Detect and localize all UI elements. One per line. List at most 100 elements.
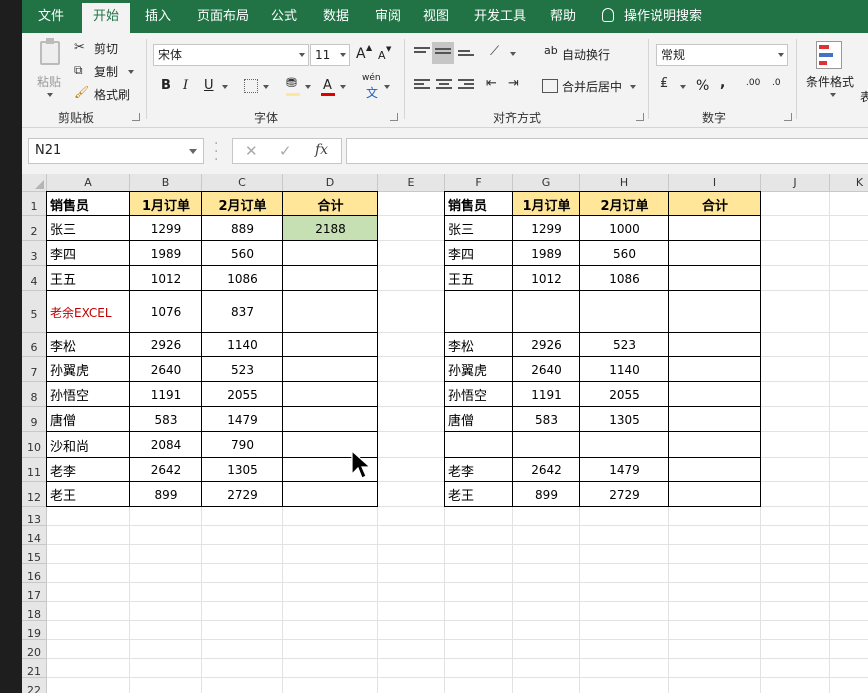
left_table-header-0[interactable]: 销售员 (47, 192, 130, 216)
table-cell[interactable]: 1012 (130, 266, 202, 291)
table-cell[interactable]: 1140 (580, 357, 669, 382)
select-all-corner[interactable] (22, 174, 47, 192)
row-header-11[interactable]: 11 (22, 458, 47, 482)
table-cell[interactable] (283, 266, 378, 291)
conditional-format-icon[interactable] (816, 41, 842, 69)
right_table-header-2[interactable]: 2月订单 (580, 192, 669, 216)
tab-formulas[interactable]: 公式 (266, 0, 302, 33)
tab-insert[interactable]: 插入 (136, 0, 180, 33)
table-cell[interactable] (669, 266, 761, 291)
table-cell[interactable] (513, 291, 580, 333)
tab-review[interactable]: 审阅 (368, 0, 408, 33)
tab-data[interactable]: 数据 (316, 0, 356, 33)
table-cell[interactable]: 李松 (47, 333, 130, 357)
column-header-d[interactable]: D (283, 174, 378, 192)
alignment-launcher-icon[interactable] (636, 113, 644, 121)
table-cell[interactable] (445, 291, 513, 333)
row-header-5[interactable]: 5 (22, 291, 47, 333)
table-cell[interactable] (283, 333, 378, 357)
orientation-icon[interactable]: ⟋ (490, 44, 499, 59)
table-cell[interactable] (513, 432, 580, 458)
row-header-7[interactable]: 7 (22, 357, 47, 382)
font-size-combo[interactable]: 11 (310, 44, 350, 66)
copy-button[interactable]: 复制 (94, 63, 118, 80)
row-header-4[interactable]: 4 (22, 266, 47, 291)
row-header-20[interactable]: 20 (22, 640, 47, 659)
align-center-icon[interactable] (436, 79, 452, 91)
row-header-10[interactable]: 10 (22, 432, 47, 458)
paste-button[interactable]: 粘贴 (30, 37, 74, 103)
table-cell[interactable]: 老王 (47, 482, 130, 507)
increase-decimal-button[interactable]: .00 (746, 78, 760, 88)
increase-indent-icon[interactable]: ⇥ (508, 76, 519, 91)
percent-button[interactable]: % (696, 78, 709, 94)
decrease-indent-icon[interactable]: ⇤ (486, 76, 497, 91)
table-cell[interactable]: 王五 (445, 266, 513, 291)
column-header-i[interactable]: I (669, 174, 761, 192)
table-cell[interactable]: 523 (580, 333, 669, 357)
decrease-decimal-button[interactable]: .0 (772, 78, 781, 88)
table-cell[interactable]: 孙翼虎 (445, 357, 513, 382)
tab-developer[interactable]: 开发工具 (468, 0, 532, 33)
table-cell[interactable] (445, 432, 513, 458)
table-cell[interactable] (669, 458, 761, 482)
left_table-header-1[interactable]: 1月订单 (130, 192, 202, 216)
table-cell[interactable]: 1076 (130, 291, 202, 333)
table-cell[interactable] (283, 241, 378, 266)
align-bottom-icon[interactable] (458, 50, 474, 62)
table-cell[interactable]: 张三 (47, 216, 130, 241)
table-cell[interactable]: 唐僧 (445, 407, 513, 432)
table-cell[interactable]: 孙悟空 (445, 382, 513, 407)
row-header-13[interactable]: 13 (22, 507, 47, 526)
phonetic-button[interactable]: 文 (366, 84, 378, 101)
table-cell[interactable] (283, 291, 378, 333)
table-cell[interactable]: 1140 (202, 333, 283, 357)
table-cell[interactable]: 1989 (130, 241, 202, 266)
table-cell[interactable] (580, 432, 669, 458)
table-cell[interactable]: 沙和尚 (47, 432, 130, 458)
right_table-header-0[interactable]: 销售员 (445, 192, 513, 216)
table-cell[interactable]: 孙悟空 (47, 382, 130, 407)
italic-button[interactable]: I (183, 78, 188, 93)
table-cell[interactable]: 1479 (202, 407, 283, 432)
table-cell[interactable] (580, 291, 669, 333)
table-cell[interactable]: 王五 (47, 266, 130, 291)
row-header-2[interactable]: 2 (22, 216, 47, 241)
table-cell[interactable]: 583 (513, 407, 580, 432)
table-cell[interactable]: 560 (202, 241, 283, 266)
table-cell[interactable]: 1012 (513, 266, 580, 291)
table-cell[interactable]: 1086 (580, 266, 669, 291)
table-cell[interactable]: 899 (513, 482, 580, 507)
row-header-22[interactable]: 22 (22, 678, 47, 693)
table-cell[interactable] (283, 482, 378, 507)
row-header-15[interactable]: 15 (22, 545, 47, 564)
underline-dropdown-icon[interactable] (222, 85, 228, 89)
table-cell[interactable] (283, 382, 378, 407)
row-header-17[interactable]: 17 (22, 583, 47, 602)
table-cell[interactable]: 老李 (47, 458, 130, 482)
format-as-table-button[interactable]: 表 (860, 88, 868, 105)
table-cell[interactable]: 2055 (580, 382, 669, 407)
fill-color-icon[interactable]: ⛃ (286, 76, 297, 91)
number-format-combo[interactable]: 常规 (656, 44, 788, 66)
table-cell[interactable]: 1989 (513, 241, 580, 266)
right_table-header-3[interactable]: 合计 (669, 192, 761, 216)
format-painter-button[interactable]: 格式刷 (94, 86, 130, 103)
table-cell[interactable]: 老王 (445, 482, 513, 507)
column-header-h[interactable]: H (580, 174, 669, 192)
tab-view[interactable]: 视图 (418, 0, 454, 33)
shrink-font-button[interactable]: A (378, 49, 386, 62)
align-right-icon[interactable] (458, 79, 474, 91)
table-cell[interactable]: 1000 (580, 216, 669, 241)
merge-dropdown-icon[interactable] (630, 85, 636, 89)
border-icon[interactable] (244, 79, 258, 93)
orientation-dropdown-icon[interactable] (510, 52, 516, 56)
table-cell[interactable] (669, 291, 761, 333)
table-cell[interactable]: 790 (202, 432, 283, 458)
table-cell[interactable]: 1479 (580, 458, 669, 482)
table-cell[interactable] (669, 357, 761, 382)
row-header-21[interactable]: 21 (22, 659, 47, 678)
table-cell[interactable] (669, 482, 761, 507)
table-cell[interactable]: 523 (202, 357, 283, 382)
font-launcher-icon[interactable] (390, 113, 398, 121)
